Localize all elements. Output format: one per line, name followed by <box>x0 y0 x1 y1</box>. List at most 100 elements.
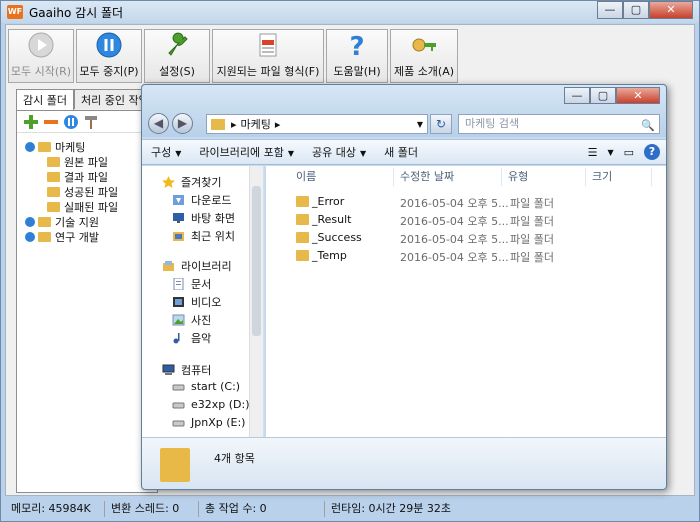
hammer-icon[interactable] <box>83 114 99 130</box>
command-bar: 구성 ▼ 라이브러리에 포함 ▼ 공유 대상 ▼ 새 폴더 ☰ ▼ ▭ ? <box>142 139 666 165</box>
maximize-button[interactable]: ▢ <box>623 1 649 19</box>
tree-item-label: 성공된 파일 <box>64 185 119 199</box>
nav-item-libraries[interactable]: 라이브러리 <box>162 258 232 274</box>
tree-item-result[interactable]: 결과 파일 <box>25 169 157 184</box>
help-icon[interactable]: ? <box>644 144 660 160</box>
tree-item-marketing[interactable]: 마케팅 <box>25 139 157 154</box>
chevron-down-icon: ▼ <box>287 149 295 158</box>
folder-icon <box>38 231 51 242</box>
music-icon <box>173 333 180 344</box>
file-formats-button[interactable]: 지원되는 파일 형식(F) <box>212 29 324 83</box>
address-separator: ▸ <box>231 117 237 131</box>
column-header-name[interactable]: 이름 <box>290 168 394 186</box>
file-type: 파일 폴더 <box>510 233 554 246</box>
title-bar[interactable]: WF Gaaiho 감시 폴더 — ▢ ✕ <box>1 1 699 23</box>
toolbar: 모두 시작(R) 모두 중지(P) 설정(S) 지원되는 파일 형식(F) ? … <box>8 29 460 85</box>
expand-icon[interactable] <box>25 141 35 152</box>
nav-item-label: 비디오 <box>191 296 222 309</box>
nav-item-recent[interactable]: 최근 위치 <box>172 228 235 244</box>
nav-item-downloads[interactable]: 다운로드 <box>172 192 231 208</box>
nav-item-documents[interactable]: 문서 <box>172 276 211 292</box>
settings-button[interactable]: 설정(S) <box>144 29 210 83</box>
start-all-label: 모두 시작(R) <box>10 65 72 78</box>
tab-watch-folders[interactable]: 감시 폴더 <box>16 89 74 110</box>
nav-item-computer[interactable]: 컴퓨터 <box>162 362 211 378</box>
navigation-pane: 즐겨찾기 다운로드 바탕 화면 최근 위치 라이브러리 문서 비디오 사진 음악… <box>142 166 264 437</box>
close-button[interactable]: ✕ <box>649 1 693 19</box>
minimize-button[interactable]: — <box>597 1 623 19</box>
file-row[interactable]: _Result 2016-05-04 오후 5... 파일 폴더 <box>266 212 666 229</box>
explorer-maximize-button[interactable]: ▢ <box>590 87 616 104</box>
folder-icon <box>160 448 190 482</box>
file-row[interactable]: _Error 2016-05-04 오후 5... 파일 폴더 <box>266 194 666 211</box>
svg-text:?: ? <box>349 32 364 59</box>
file-name: _Result <box>312 213 352 226</box>
nav-item-label: JpnXp (E:) <box>191 416 246 429</box>
file-format-icon <box>259 33 277 57</box>
remove-icon[interactable] <box>43 114 59 130</box>
jobs-status: 총 작업 수: 0 <box>199 501 325 517</box>
organize-label: 구성 <box>151 146 172 159</box>
add-icon[interactable] <box>23 114 39 130</box>
column-header-date[interactable]: 수정한 날짜 <box>394 168 502 186</box>
nav-item-label: 문서 <box>191 278 212 291</box>
share-with-button[interactable]: 공유 대상 ▼ <box>303 144 375 160</box>
stop-all-button[interactable]: 모두 중지(P) <box>76 29 142 83</box>
expand-icon[interactable] <box>25 216 35 227</box>
star-icon <box>162 176 175 188</box>
back-button[interactable]: ◀ <box>148 113 169 134</box>
include-library-button[interactable]: 라이브러리에 포함 ▼ <box>190 144 303 160</box>
explorer-minimize-button[interactable]: — <box>564 87 590 104</box>
search-icon[interactable]: 🔍 <box>641 117 655 135</box>
scrollbar-thumb[interactable] <box>252 186 261 336</box>
file-date: 2016-05-04 오후 5... <box>400 251 509 264</box>
settings-label: 설정(S) <box>159 65 195 78</box>
nav-item-drive-d[interactable]: e32xp (D:) <box>172 398 250 411</box>
nav-item-drive-c[interactable]: start (C:) <box>172 380 240 393</box>
column-header-size[interactable]: 크기 <box>586 168 652 186</box>
nav-item-favorites[interactable]: 즐겨찾기 <box>162 174 221 190</box>
address-bar[interactable]: ▸ 마케팅 ▸ ▼ <box>206 114 428 134</box>
window-title: Gaaiho 감시 폴더 <box>29 5 124 20</box>
chevron-down-icon[interactable]: ▼ <box>607 148 613 157</box>
start-all-button[interactable]: 모두 시작(R) <box>8 29 74 83</box>
window-controls: — ▢ ✕ <box>597 1 693 19</box>
file-row[interactable]: _Success 2016-05-04 오후 5... 파일 폴더 <box>266 230 666 247</box>
forward-button[interactable]: ▶ <box>172 113 193 134</box>
tree-item-label: 결과 파일 <box>64 170 108 184</box>
chevron-down-icon[interactable]: ▼ <box>417 120 423 129</box>
tree-item-tech-support[interactable]: 기술 지원 <box>25 214 157 229</box>
nav-item-label: 즐겨찾기 <box>181 176 222 189</box>
nav-item-music[interactable]: 음악 <box>172 330 211 346</box>
folder-icon <box>47 201 60 212</box>
help-button[interactable]: ? 도움말(H) <box>326 29 388 83</box>
organize-button[interactable]: 구성 ▼ <box>142 144 190 160</box>
tree-item-source[interactable]: 원본 파일 <box>25 154 157 169</box>
nav-item-pictures[interactable]: 사진 <box>172 312 211 328</box>
tree-item-failed[interactable]: 실패된 파일 <box>25 199 157 214</box>
nav-scrollbar[interactable] <box>249 166 263 437</box>
pause-icon[interactable] <box>63 114 79 130</box>
new-folder-button[interactable]: 새 폴더 <box>375 144 427 160</box>
file-row[interactable]: _Temp 2016-05-04 오후 5... 파일 폴더 <box>266 248 666 265</box>
share-with-label: 공유 대상 <box>312 146 357 159</box>
view-icon[interactable]: ☰ <box>588 146 598 159</box>
nav-item-videos[interactable]: 비디오 <box>172 294 221 310</box>
nav-item-drive-e[interactable]: JpnXp (E:) <box>172 416 245 429</box>
nav-item-label: 최근 위치 <box>191 230 235 243</box>
expand-icon[interactable] <box>25 231 35 242</box>
tree-item-label: 연구 개발 <box>55 230 99 244</box>
drive-icon <box>172 420 185 426</box>
tree-item-research[interactable]: 연구 개발 <box>25 229 157 244</box>
search-placeholder: 마케팅 검색 <box>465 117 520 130</box>
refresh-button[interactable]: ↻ <box>430 114 452 134</box>
explorer-close-button[interactable]: ✕ <box>616 87 660 104</box>
preview-pane-icon[interactable]: ▭ <box>624 146 634 159</box>
nav-item-desktop[interactable]: 바탕 화면 <box>172 210 235 226</box>
tree-item-success[interactable]: 성공된 파일 <box>25 184 157 199</box>
item-count: 4개 항목 <box>214 452 255 465</box>
about-button[interactable]: 제품 소개(A) <box>390 29 458 83</box>
search-input[interactable]: 마케팅 검색 🔍 <box>458 114 660 134</box>
tree-item-label: 마케팅 <box>55 140 86 154</box>
column-header-type[interactable]: 유형 <box>502 168 586 186</box>
